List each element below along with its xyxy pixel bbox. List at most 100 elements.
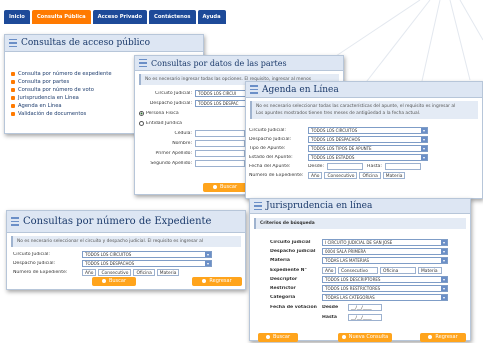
dropdown-arrow-icon: ▾ [441,249,447,254]
dropdown-arrow-icon: ▾ [205,252,211,257]
expediente-label: Expediente N° [270,267,307,273]
despacho-label: Despacho judicial [270,249,316,254]
arrow-icon [341,334,346,339]
bullet-icon [11,112,15,116]
window-header: Consultas por datos de las partes [135,56,343,71]
desde-label: Desde: [308,164,325,169]
estado-select[interactable]: TODOS LOS ESTADOS ▾ [308,154,428,161]
bullet-icon [11,80,15,84]
despacho-select[interactable]: TODOS LOS DESPACHOS ▾ [82,260,212,267]
fecha-label: Fecha de votación [270,304,317,310]
desde-label: Desde [322,304,339,310]
circuito-select[interactable]: TODOS LOS CIRCUITOS ▾ [308,127,428,134]
despacho-label: Despacho Judicial: [149,100,192,106]
apellido1-input[interactable] [195,149,245,157]
restrictor-select[interactable]: TODOS LOS RESTRICTORES ▾ [322,285,448,292]
window-header: Jurisprudencia en línea [250,199,470,214]
menu-lines-icon [139,58,147,69]
descriptor-label: Descriptor [270,277,298,282]
exp-consecutivo-input[interactable]: Consecutivo [98,269,132,276]
window-agenda: Agenda en Línea No es necesario seleccio… [245,81,483,199]
tab-contactenos[interactable]: Contáctenos [149,10,196,24]
fecha-label: Fecha del Apunte: [249,164,291,169]
exp-materia-input[interactable]: Materia [156,269,180,276]
exp-anio-input[interactable]: Año [322,266,336,274]
window-header: Consultas por número de Expediente [7,211,245,233]
window-title: Agenda en Línea [262,84,339,95]
nueva-consulta-button[interactable]: Nueva Consulta [338,333,392,342]
radio-persona-fisica[interactable] [139,110,144,116]
exp-materia-input[interactable]: Materia [418,266,442,274]
descriptor-select[interactable]: TODOS LOS DESCRIPTORES ▾ [322,276,448,283]
apellido2-input[interactable] [195,159,245,167]
window-title: Consultas por datos de las partes [151,58,287,68]
tab-acceso-privado[interactable]: Acceso Privado [92,10,148,24]
dropdown-arrow-icon: ▾ [441,277,447,282]
exp-consecutivo-input[interactable]: Consecutivo [338,266,378,274]
regresar-button[interactable]: Regresar [420,333,466,342]
categoria-select[interactable]: TODAS LAS CATEGORIAS ▾ [322,294,448,301]
buscar-button[interactable]: Buscar [203,183,247,192]
window-title: Jurisprudencia en línea [266,201,373,211]
cedula-label: Cédula: [174,130,192,136]
categoria-label: Categoría [270,295,296,300]
exp-anio-input[interactable]: Año [308,172,323,179]
apellido1-label: Primer Apellido: [155,150,193,156]
despacho-select[interactable]: 0004 SALA PRIMERA ▾ [322,248,448,255]
tipo-select[interactable]: TODOS LOS TIPOS DE APUNTE ▾ [308,145,428,152]
radio-entidad-juridica[interactable] [139,120,144,126]
regresar-button[interactable]: Regresar [192,277,242,286]
materia-select[interactable]: TODAS LAS MATERIAS ▾ [322,257,448,264]
top-nav: Inicio Consulta Pública Acceso Privado C… [4,10,228,24]
circuito-select[interactable]: I CIRCUITO JUDICIAL DE SAN JOSE ▾ [322,239,448,246]
circuito-select[interactable]: TODOS LOS CIRCUITOS ▾ [82,251,212,258]
menu-lines-icon [11,216,19,227]
window-title: Consultas por número de Expediente [23,216,212,227]
expediente-label: Número de Expediente: [249,173,304,178]
apellido2-label: Segundo Apellido: [150,160,192,166]
arrow-icon [428,334,433,339]
despacho-select[interactable]: TODOS LOS DESPACHOS ▾ [308,136,428,143]
window-expediente: Consultas por número de Expediente No es… [6,210,246,290]
materia-label: Materia [270,258,290,263]
arrow-icon [212,184,217,189]
dropdown-arrow-icon: ▾ [421,155,427,160]
tab-consulta-publica[interactable]: Consulta Pública [31,10,91,24]
circuito-label: Circuito Judicial: [249,128,286,133]
arrow-icon [101,278,106,283]
tab-ayuda[interactable]: Ayuda [197,10,226,24]
arrow-icon [265,334,270,339]
exp-materia-input[interactable]: Materia [382,172,406,179]
hasta-label: Hasta: [367,164,382,169]
exp-anio-input[interactable]: Año [82,269,97,276]
exp-consecutivo-input[interactable]: Consecutivo [324,172,358,179]
window-jurisprudencia: Jurisprudencia en línea Criterios de bús… [249,198,471,342]
exp-oficina-input[interactable]: Oficina [380,266,416,274]
menu-lines-icon [9,38,17,49]
tipo-label: Tipo de Apunte: [249,146,286,151]
exp-oficina-input[interactable]: Oficina [133,269,155,276]
cedula-input[interactable] [195,129,245,137]
circuito-label: Circuito Judicial: [13,252,50,257]
menu-lines-icon [250,84,258,95]
nombre-input[interactable] [195,139,245,147]
exp-oficina-input[interactable]: Oficina [359,172,381,179]
info-note: No es necesario seleccionar el circuito … [11,236,241,247]
window-title: Consultas de acceso público [21,38,151,48]
circuito-label: Circuito judicial [270,240,311,245]
criterios-heading: Criterios de búsqueda [254,218,466,229]
circuito-label: Circuito Judicial: [155,90,192,96]
dropdown-arrow-icon: ▾ [421,146,427,151]
hasta-label: Hasta [322,314,337,320]
buscar-button[interactable]: Buscar [92,277,136,286]
desde-input[interactable] [327,163,364,170]
desde-input[interactable]: __/__/____ [348,303,382,311]
restrictor-label: Restrictor [270,286,296,291]
hasta-input[interactable] [384,163,421,170]
tab-inicio[interactable]: Inicio [4,10,30,24]
buscar-button[interactable]: Buscar [258,333,298,342]
dropdown-arrow-icon: ▾ [441,286,447,291]
hasta-input[interactable]: __/__/____ [348,313,382,321]
radio-label: Entidad Jurídica [146,120,182,126]
window-header: Agenda en Línea [246,82,482,98]
